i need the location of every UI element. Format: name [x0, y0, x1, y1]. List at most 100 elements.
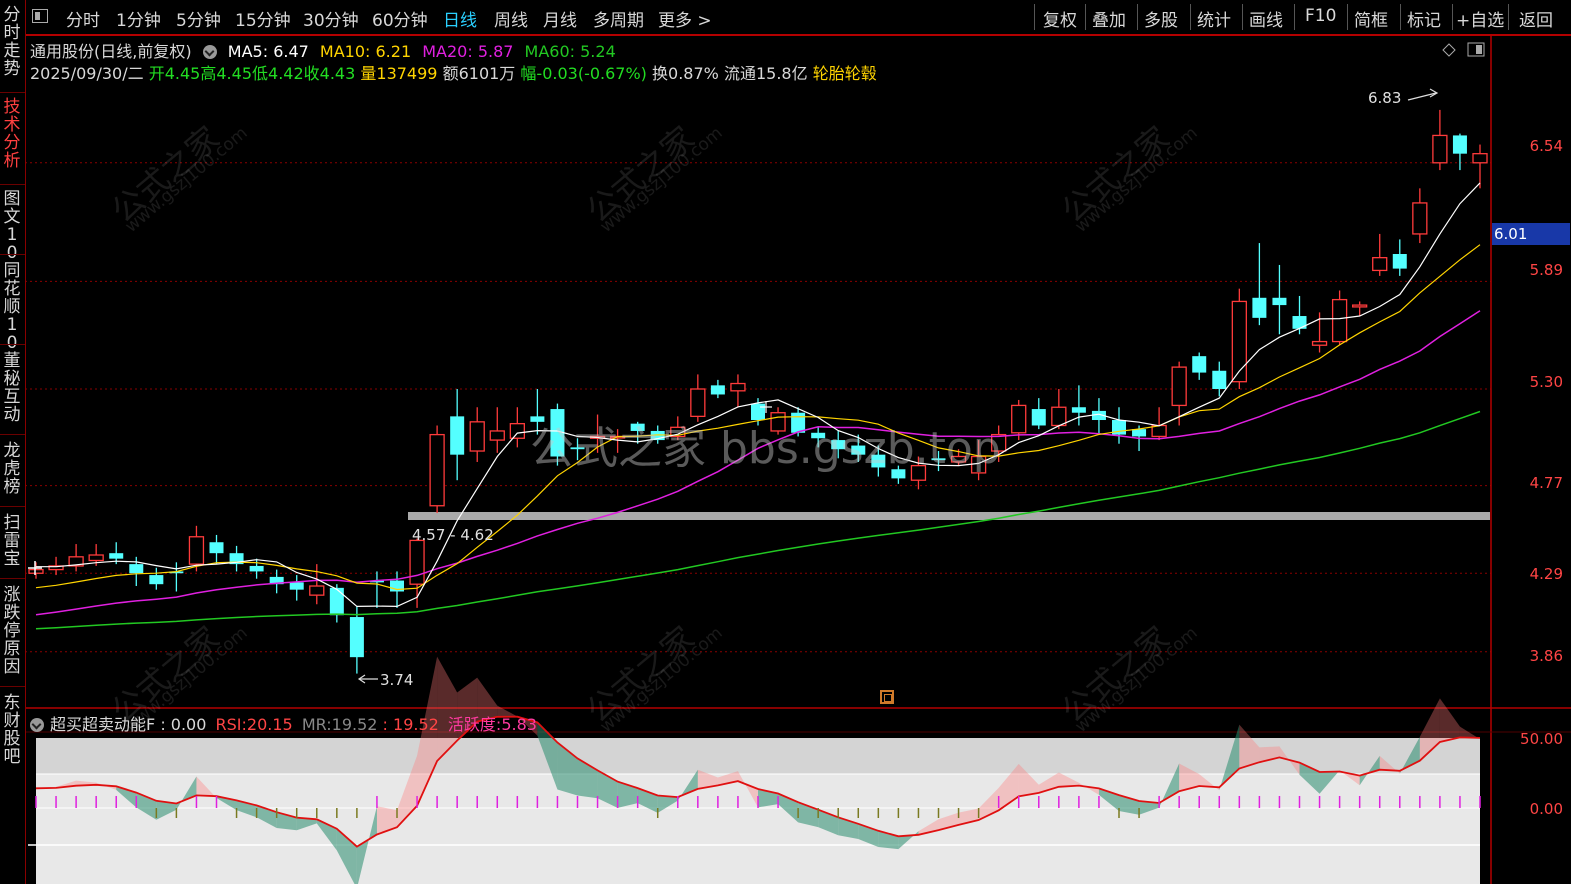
indicator-area	[1239, 724, 1260, 769]
tool-overlay[interactable]: 叠加	[1092, 6, 1126, 31]
candle-body	[1331, 298, 1348, 343]
candle	[710, 379, 725, 399]
candle-body	[409, 539, 425, 585]
indicator-name[interactable]: 超买超卖动能F	[50, 715, 155, 734]
candle	[1392, 239, 1407, 276]
indicator-dropdown-icon[interactable]	[30, 718, 44, 732]
dropdown-icon[interactable]	[202, 45, 217, 59]
candle	[28, 562, 44, 579]
tool-multi-stock[interactable]: 多股	[1144, 6, 1178, 31]
tool-back[interactable]: 返回	[1519, 6, 1553, 31]
candle-body	[129, 564, 144, 574]
tool-restore-rights[interactable]: 复权	[1043, 6, 1077, 31]
candle-body	[1132, 429, 1147, 437]
mr2-value: : 19.52	[382, 715, 439, 734]
tab-monthly[interactable]: 月线	[543, 6, 577, 31]
candle-body	[1392, 254, 1407, 269]
candle-body	[149, 575, 164, 585]
price-tick: 4.77	[1529, 474, 1563, 492]
sidebar-item-news[interactable]: 图文10	[2, 190, 22, 262]
candle-body	[1031, 409, 1046, 426]
candle	[1252, 243, 1267, 326]
candle	[1372, 233, 1388, 276]
concept-tag[interactable]: 轮胎轮毂	[813, 64, 877, 83]
sidebar-item-intraday[interactable]: 分时走势	[2, 6, 22, 78]
change-label: 幅	[520, 64, 537, 83]
candle-body	[1292, 316, 1307, 329]
close-label: 收	[303, 64, 320, 83]
candle-body	[249, 565, 264, 572]
tab-more[interactable]: 更多 >	[658, 6, 712, 31]
support-band	[408, 512, 1490, 520]
candle-body	[1311, 340, 1328, 346]
sidebar-item-technical[interactable]: 技术分析	[2, 98, 22, 170]
candle-body	[209, 542, 224, 554]
tool-simple-frame[interactable]: 简框	[1354, 6, 1388, 31]
window-icon[interactable]	[32, 9, 48, 23]
ma10-value: 6.21	[375, 42, 412, 61]
tab-weekly[interactable]: 周线	[494, 6, 528, 31]
tool-mark[interactable]: 标记	[1407, 6, 1441, 31]
ma20-value: 5.87	[477, 42, 514, 61]
tab-30min[interactable]: 30分钟	[303, 6, 359, 31]
ma5-line	[36, 182, 1481, 608]
candle-body	[1051, 406, 1067, 427]
sidebar-item-minesweeper[interactable]: 扫雷宝	[2, 514, 22, 568]
sidebar-item-guba[interactable]: 东财股吧	[2, 694, 22, 766]
turnover-value: 0.87%	[668, 64, 719, 83]
sidebar-item-dragon-tiger[interactable]: 龙虎榜	[2, 442, 22, 496]
candle-body	[309, 585, 325, 596]
candle	[229, 545, 244, 572]
ma60-label: MA60:	[524, 42, 576, 61]
low-value: 4.42	[268, 64, 304, 83]
candle-body	[1372, 257, 1388, 272]
ma20-label: MA20:	[422, 42, 473, 61]
volume-value: 137499	[376, 64, 438, 83]
amount-value: 6101万	[458, 64, 516, 83]
expand-button[interactable]	[880, 690, 894, 704]
tab-60min[interactable]: 60分钟	[372, 6, 428, 31]
change-value: -0.03(-0.67%)	[536, 64, 647, 83]
candle	[309, 564, 325, 605]
sidebar-item-ths10[interactable]: 同花顺10	[2, 262, 22, 352]
tab-15min[interactable]: 15分钟	[235, 6, 291, 31]
tab-fenshi[interactable]: 分时	[66, 6, 100, 31]
tab-multi-period[interactable]: 多周期	[593, 6, 644, 31]
sidebar-item-secretary[interactable]: 董秘互动	[2, 352, 22, 424]
candle-body	[1272, 297, 1287, 306]
low-price-mark: 3.74	[380, 671, 414, 689]
candle	[489, 407, 505, 453]
left-sidebar: 分时走势 技术分析 图文10 同花顺10 董秘互动 龙虎榜 扫雷宝 涨跌停原因 …	[0, 0, 26, 884]
quote-info-line: 2025/09/30/二 开4.45高4.45低4.42收4.43 量13749…	[30, 60, 877, 84]
center-watermark: 公式之家 bbs.gszb.top	[530, 423, 1001, 474]
tool-f10[interactable]: F10	[1305, 6, 1336, 26]
price-tick: 6.54	[1529, 137, 1563, 155]
top-toolbar: 分时 1分钟 5分钟 15分钟 30分钟 60分钟 日线 周线 月线 多周期 更…	[0, 0, 1571, 36]
current-price-tag: 6.01	[1492, 223, 1570, 245]
candle-body	[109, 553, 124, 559]
candle	[169, 562, 184, 592]
open-label: 开	[148, 64, 165, 83]
tool-draw-line[interactable]: 画线	[1249, 6, 1283, 31]
candle-body	[469, 421, 485, 452]
tab-daily[interactable]: 日线	[443, 6, 477, 31]
candle-body	[450, 416, 465, 455]
tool-add-favorite[interactable]: +自选	[1456, 6, 1504, 31]
sidebar-item-limit-reason[interactable]: 涨跌停原因	[2, 586, 22, 676]
tab-1min[interactable]: 1分钟	[116, 6, 161, 31]
candle	[1031, 398, 1046, 430]
float-value: 15.8亿	[755, 64, 808, 83]
indicator-value: : 0.00	[160, 715, 207, 734]
candles-layer	[28, 109, 1488, 674]
indicator-header: 超买超卖动能F : 0.00 RSI:20.15 MR:19.52 : 19.5…	[30, 711, 537, 735]
candle	[1472, 144, 1488, 189]
open-value: 4.45	[164, 64, 201, 83]
stock-name: 通用股份(日线,前复权)	[30, 42, 192, 61]
candle	[1231, 288, 1247, 389]
tab-5min[interactable]: 5分钟	[176, 6, 221, 31]
tool-statistics[interactable]: 统计	[1197, 6, 1231, 31]
candle	[249, 558, 264, 579]
indicator-axis-tick: 0.00	[1529, 800, 1563, 818]
candle	[68, 544, 84, 572]
quote-date: 2025/09/30/二	[30, 64, 144, 83]
